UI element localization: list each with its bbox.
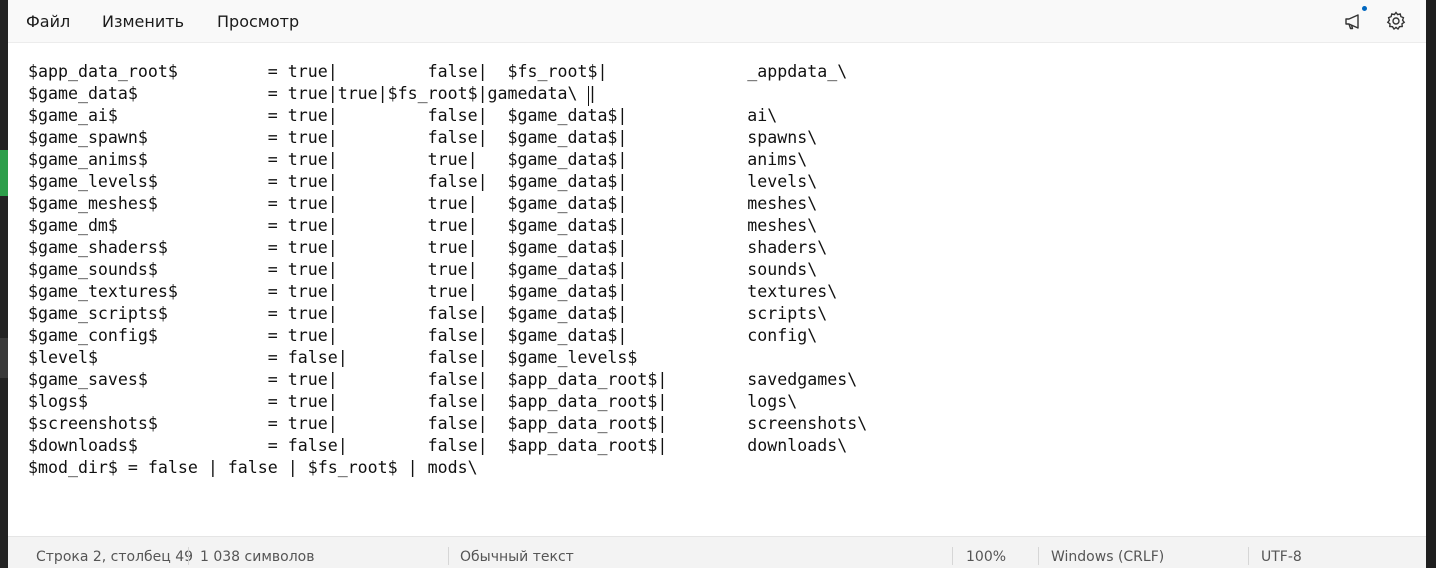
editor-line[interactable]: $game_meshes$ = true| true| $game_data$|… [28, 194, 817, 213]
status-encoding[interactable]: UTF-8 [1261, 548, 1302, 566]
status-file-type: Обычный текст [460, 549, 574, 565]
editor-line[interactable]: $mod_dir$ = false | false | $fs_root$ | … [28, 458, 478, 477]
background-window-edge [1426, 0, 1436, 568]
editor-line[interactable]: $app_data_root$ = true| false| $fs_root$… [28, 62, 847, 81]
editor-line[interactable]: $screenshots$ = true| false| $app_data_r… [28, 414, 867, 433]
editor-line[interactable]: $game_sounds$ = true| true| $game_data$|… [28, 260, 817, 279]
editor-content[interactable]: $app_data_root$ = true| false| $fs_root$… [28, 61, 867, 479]
editor-line[interactable]: $game_anims$ = true| true| $game_data$| … [28, 150, 807, 169]
editor-line[interactable]: $game_spawn$ = true| false| $game_data$|… [28, 128, 817, 147]
status-zoom[interactable]: 100% [966, 548, 1006, 566]
editor-line[interactable]: $game_dm$ = true| true| $game_data$| mes… [28, 216, 817, 235]
editor-line[interactable]: $logs$ = true| false| $app_data_root$| l… [28, 392, 797, 411]
notepad-window: Файл Изменить Просмотр $app_data_root$ =… [8, 0, 1426, 568]
background-window-chip [0, 150, 8, 196]
status-separator [188, 547, 189, 565]
editor-line[interactable]: $downloads$ = false| false| $app_data_ro… [28, 436, 847, 455]
menu-bar: Файл Изменить Просмотр [8, 0, 1426, 43]
editor-line[interactable]: $game_data$ = true|true|$fs_root$|gameda… [28, 84, 597, 103]
notification-dot [1362, 6, 1367, 11]
menu-file[interactable]: Файл [26, 12, 70, 32]
background-window-edge [0, 0, 8, 568]
editor-line[interactable]: $game_textures$ = true| true| $game_data… [28, 282, 837, 301]
editor-line[interactable]: $level$ = false| false| $game_levels$ [28, 348, 637, 367]
megaphone-icon[interactable] [1342, 9, 1366, 33]
menu-view[interactable]: Просмотр [217, 12, 299, 32]
status-separator [952, 547, 953, 565]
status-char-count: 1 038 символов [200, 549, 315, 565]
status-separator [1248, 547, 1249, 565]
editor-line[interactable]: $game_shaders$ = true| true| $game_data$… [28, 238, 827, 257]
background-window-chip [0, 338, 8, 378]
status-line-ending[interactable]: Windows (CRLF) [1051, 548, 1164, 566]
menu-edit[interactable]: Изменить [102, 12, 184, 32]
status-cursor-position: Строка 2, столбец 49 [36, 549, 194, 565]
status-bar: Строка 2, столбец 49 1 038 символов Обыч… [8, 536, 1426, 568]
editor-line[interactable]: $game_config$ = true| false| $game_data$… [28, 326, 817, 345]
text-caret [588, 86, 589, 106]
status-separator [448, 547, 449, 565]
editor-line[interactable]: $game_saves$ = true| false| $app_data_ro… [28, 370, 857, 389]
editor-line[interactable]: $game_ai$ = true| false| $game_data$| ai… [28, 106, 777, 125]
status-separator [1038, 547, 1039, 565]
gear-icon[interactable] [1384, 9, 1408, 33]
editor-line[interactable]: $game_levels$ = true| false| $game_data$… [28, 172, 817, 191]
editor-line[interactable]: $game_scripts$ = true| false| $game_data… [28, 304, 827, 323]
text-editor[interactable]: $app_data_root$ = true| false| $fs_root$… [8, 43, 1426, 536]
